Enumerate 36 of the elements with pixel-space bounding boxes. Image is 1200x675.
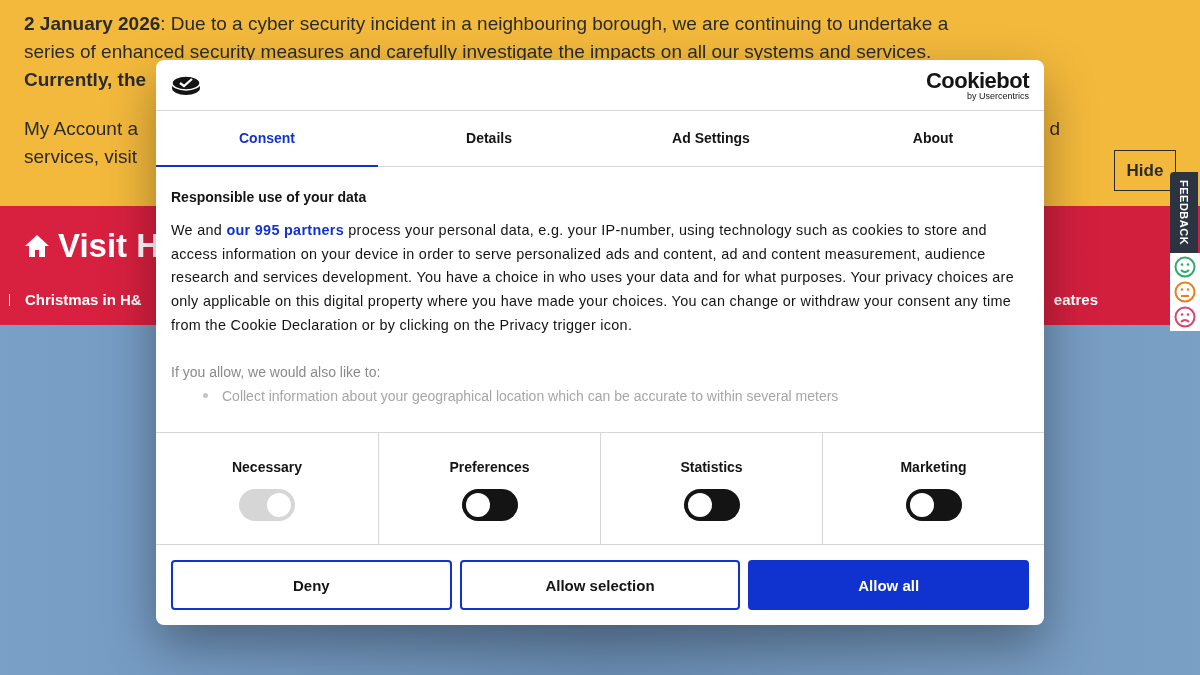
category-label: Necessary [231, 459, 303, 475]
bullet-icon [203, 393, 208, 398]
smiley-icon[interactable] [1174, 306, 1196, 329]
feedback-tab[interactable]: FEEDBACK [1170, 172, 1198, 254]
consent-button[interactable]: Allow all [748, 560, 1029, 610]
notice-text: series of enhanced security measures and carefully investigate the impacts on all our systems and services. [24, 40, 932, 64]
notice-text: d [1049, 117, 1060, 141]
brand-logo: Cookiebot [925, 69, 1029, 92]
dialog-tab[interactable]: About [822, 111, 1044, 167]
brand-subtitle: by Usercentrics [967, 91, 1029, 101]
smiley-icon[interactable] [1174, 281, 1196, 304]
dialog-tab[interactable]: Ad Settings [600, 111, 822, 167]
category-label: Statistics [680, 459, 743, 475]
partners-link[interactable]: our 995 partners [226, 222, 344, 238]
category-label: Marketing [900, 459, 967, 475]
notice-text: Currently, the [24, 68, 147, 92]
notice-text: 2 January 2026: Due to a cyber security incident in a neighbouring borough, we are continuing to undertake a [24, 12, 949, 36]
nav-link[interactable]: Christmas in H& [25, 291, 142, 308]
dialog-tab[interactable]: Consent [156, 111, 378, 167]
notice-text: My Account a [24, 117, 139, 141]
category-label: Preferences [449, 459, 530, 475]
consent-button[interactable]: Allow selection [459, 560, 741, 610]
toggle-switch[interactable] [683, 489, 740, 521]
logo-icon [171, 74, 201, 96]
section-heading: Responsible use of your data [171, 189, 368, 205]
nav-link[interactable]: eatres [1053, 291, 1098, 308]
toggle-switch[interactable] [905, 489, 962, 521]
toggle-switch[interactable] [461, 489, 518, 521]
smiley-icon[interactable] [1174, 256, 1196, 279]
consent-button[interactable]: Deny [171, 560, 452, 610]
consent-paragraph: We and our 995 partners process your personal data, e.g. your IP-number, using technology such as cookies to store and access information on your device in order to serve personalized ads and content, ad and content measurement, audience research and services development. You have a choice in who uses your data and for what purposes. Your privacy choices are only applicable on this digital property where you have made your choices. You can change or withdraw your consent any time from the Cookie Declaration or by clicking on the Privacy trigger icon. [171, 221, 1015, 335]
purpose-item: Collect information about your geographical location which can be accurate to within several meters [222, 387, 839, 404]
notice-text: services, visit [24, 145, 137, 169]
also-text: If you allow, we would also like to: [171, 362, 382, 382]
dialog-tab[interactable]: Details [378, 111, 600, 167]
home-icon [24, 234, 50, 258]
